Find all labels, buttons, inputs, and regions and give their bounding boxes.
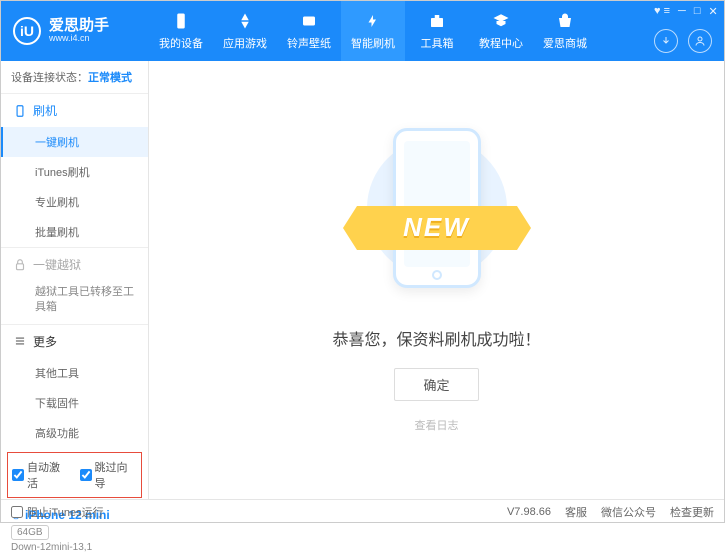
menu-icon[interactable]: ♥ ≡ — [654, 5, 670, 17]
app-url: www.i4.cn — [49, 34, 109, 44]
nav-toolbox[interactable]: 工具箱 — [405, 1, 469, 61]
support-link[interactable]: 客服 — [565, 504, 587, 520]
sidebar: 设备连接状态：正常模式 刷机 一键刷机 iTunes刷机 专业刷机 批量刷机 一… — [1, 61, 149, 499]
wechat-link[interactable]: 微信公众号 — [601, 504, 656, 520]
version-label: V7.98.66 — [507, 506, 551, 518]
nav-my-device[interactable]: 我的设备 — [149, 1, 213, 61]
section-flash[interactable]: 刷机 — [1, 94, 148, 127]
success-message: 恭喜您，保资料刷机成功啦！ — [332, 326, 540, 350]
sidebar-item-oneclick[interactable]: 一键刷机 — [1, 127, 148, 157]
user-icon[interactable] — [688, 29, 712, 53]
window-controls: ♥ ≡ ─ □ ✕ — [654, 1, 724, 18]
sidebar-item-itunes[interactable]: iTunes刷机 — [1, 157, 148, 187]
sidebar-item-pro[interactable]: 专业刷机 — [1, 187, 148, 217]
checkbox-block-itunes[interactable]: 阻止iTunes运行 — [11, 504, 104, 520]
new-banner: NEW — [357, 206, 517, 250]
sidebar-item-advanced[interactable]: 高级功能 — [1, 418, 148, 448]
minimize-icon[interactable]: ─ — [678, 5, 686, 17]
nav-ringtones[interactable]: 铃声壁纸 — [277, 1, 341, 61]
device-firmware: Down-12mini-13,1 — [11, 542, 138, 553]
main-content: NEW 恭喜您，保资料刷机成功啦！ 确定 查看日志 — [149, 61, 724, 499]
checkbox-auto-activate[interactable]: 自动激活 — [12, 459, 70, 491]
nav-store[interactable]: 爱思商城 — [533, 1, 597, 61]
phone-illustration: NEW — [367, 128, 507, 308]
nav-flash[interactable]: 智能刷机 — [341, 1, 405, 61]
nav-apps[interactable]: 应用游戏 — [213, 1, 277, 61]
sidebar-item-download-fw[interactable]: 下载固件 — [1, 388, 148, 418]
storage-badge: 64GB — [11, 525, 49, 540]
titlebar: iU 爱思助手 www.i4.cn 我的设备 应用游戏 铃声壁纸 智能刷机 工具… — [1, 1, 724, 61]
nav-tutorials[interactable]: 教程中心 — [469, 1, 533, 61]
ok-button[interactable]: 确定 — [394, 368, 478, 401]
section-jailbreak: 一键越狱 — [1, 248, 148, 281]
checkbox-skip-guide[interactable]: 跳过向导 — [80, 459, 138, 491]
maximize-icon[interactable]: □ — [694, 5, 701, 17]
connection-status: 设备连接状态：正常模式 — [1, 61, 148, 93]
main-nav: 我的设备 应用游戏 铃声壁纸 智能刷机 工具箱 教程中心 爱思商城 — [149, 1, 654, 61]
section-more[interactable]: 更多 — [1, 325, 148, 358]
jailbreak-note: 越狱工具已转移至工具箱 — [1, 281, 148, 324]
close-icon[interactable]: ✕ — [708, 5, 717, 18]
download-icon[interactable] — [654, 29, 678, 53]
update-link[interactable]: 检查更新 — [670, 504, 714, 520]
sidebar-item-batch[interactable]: 批量刷机 — [1, 217, 148, 247]
view-log-link[interactable]: 查看日志 — [415, 417, 459, 433]
app-title: 爱思助手 — [49, 18, 109, 35]
options-highlighted: 自动激活 跳过向导 — [7, 452, 142, 498]
logo-icon: iU — [13, 17, 41, 45]
sidebar-item-other[interactable]: 其他工具 — [1, 358, 148, 388]
logo-area: iU 爱思助手 www.i4.cn — [1, 1, 149, 61]
